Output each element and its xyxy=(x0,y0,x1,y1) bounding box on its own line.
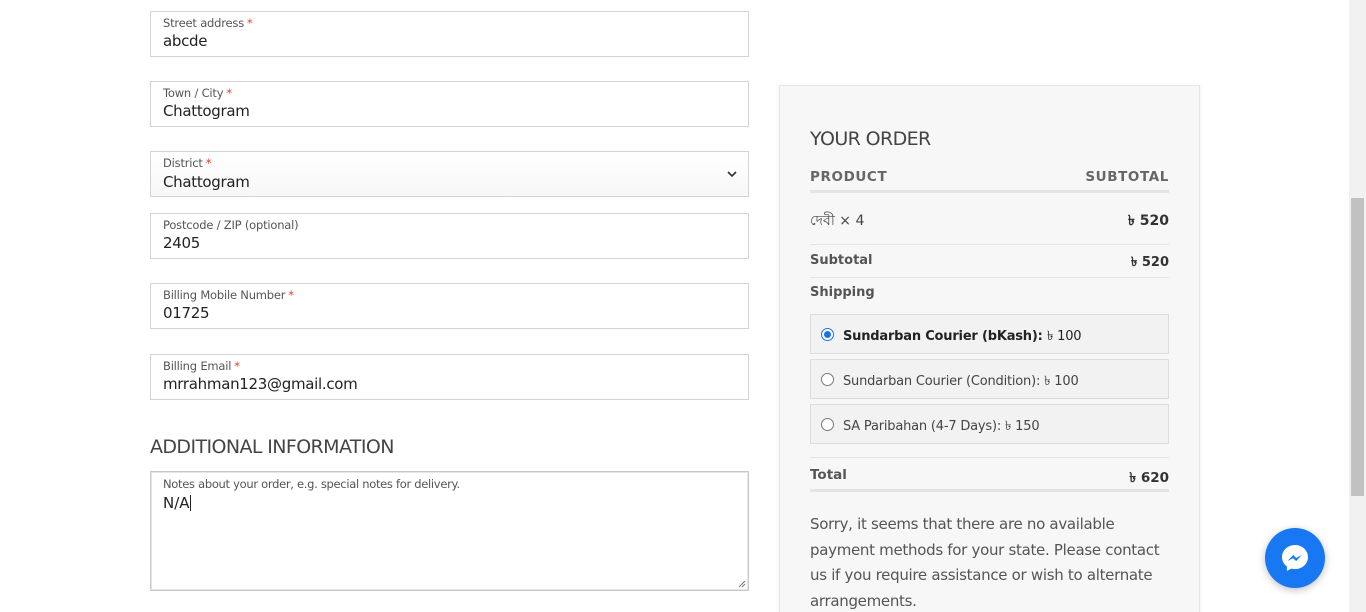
shipping-option-sundarban-condition[interactable]: Sundarban Courier (Condition): ৳ 100 xyxy=(810,359,1169,399)
chevron-down-icon[interactable] xyxy=(726,168,738,180)
town-city-field[interactable]: Town / City * Chattogram xyxy=(150,81,749,127)
additional-information-heading: ADDITIONAL INFORMATION xyxy=(150,436,394,458)
billing-email-label: Billing Email * xyxy=(163,359,240,373)
billing-email-value[interactable]: mrrahman123@gmail.com xyxy=(163,375,358,393)
order-notes-value[interactable]: N/A xyxy=(163,494,191,512)
page-scrollbar-thumb[interactable] xyxy=(1351,198,1364,496)
district-value[interactable]: Chattogram xyxy=(163,173,250,191)
street-address-field[interactable]: Street address * abcde xyxy=(150,11,749,57)
order-item-name: দেবী × 4 xyxy=(810,213,865,229)
billing-mobile-field[interactable]: Billing Mobile Number * 01725 xyxy=(150,283,749,329)
district-select[interactable]: District * Chattogram xyxy=(150,151,749,197)
order-notes-label: Notes about your order, e.g. special not… xyxy=(163,477,460,491)
shipping-radio[interactable] xyxy=(821,418,834,431)
billing-mobile-label: Billing Mobile Number * xyxy=(163,288,294,302)
shipping-option-sa-paribahan[interactable]: SA Paribahan (4-7 Days): ৳ 150 xyxy=(810,404,1169,444)
shipping-radio-selected[interactable] xyxy=(821,328,834,341)
shipping-option-label: Sundarban Courier (bKash): ৳ 100 xyxy=(843,329,1082,344)
street-address-value[interactable]: abcde xyxy=(163,32,208,50)
order-review-panel: YOUR ORDER PRODUCT SUBTOTAL দেবী × 4 ৳ 5… xyxy=(779,85,1200,612)
shipping-label: Shipping xyxy=(810,285,875,300)
shipping-radio[interactable] xyxy=(821,373,834,386)
shipping-option-label: Sundarban Courier (Condition): ৳ 100 xyxy=(843,374,1079,389)
district-label: District * xyxy=(163,156,212,170)
subtotal-label: Subtotal xyxy=(810,253,873,268)
messenger-icon xyxy=(1282,545,1308,571)
payment-unavailable-notice: Sorry, it seems that there are no availa… xyxy=(810,515,1160,610)
subtotal-value: ৳ 520 xyxy=(1130,255,1169,270)
total-value: ৳ 620 xyxy=(1129,470,1169,486)
total-label: Total xyxy=(810,467,847,483)
text-caret xyxy=(189,495,191,511)
your-order-heading: YOUR ORDER xyxy=(810,128,931,150)
postcode-label: Postcode / ZIP (optional) xyxy=(163,218,299,232)
messenger-chat-button[interactable] xyxy=(1265,528,1325,588)
shipping-option-label: SA Paribahan (4-7 Days): ৳ 150 xyxy=(843,419,1040,434)
billing-email-field[interactable]: Billing Email * mrrahman123@gmail.com xyxy=(150,354,749,400)
order-item-row: দেবী × 4 ৳ 520 xyxy=(810,209,1169,245)
product-column-header: PRODUCT xyxy=(810,169,888,185)
divider xyxy=(810,457,1169,458)
town-city-label: Town / City * xyxy=(163,86,232,100)
order-table-header: PRODUCT SUBTOTAL xyxy=(810,169,1169,193)
billing-mobile-value[interactable]: 01725 xyxy=(163,304,210,322)
subtotal-row: Subtotal ৳ 520 xyxy=(810,253,1169,278)
resize-grip-icon[interactable] xyxy=(737,579,746,588)
postcode-value[interactable]: 2405 xyxy=(163,234,200,252)
total-row: Total ৳ 620 xyxy=(810,467,1169,492)
order-item-total: ৳ 520 xyxy=(1127,213,1169,229)
postcode-field[interactable]: Postcode / ZIP (optional) 2405 xyxy=(150,213,749,259)
street-address-label: Street address * xyxy=(163,16,253,30)
shipping-option-sundarban-bkash[interactable]: Sundarban Courier (bKash): ৳ 100 xyxy=(810,314,1169,354)
town-city-value[interactable]: Chattogram xyxy=(163,102,250,120)
subtotal-column-header: SUBTOTAL xyxy=(1085,169,1169,185)
order-notes-textarea[interactable]: Notes about your order, e.g. special not… xyxy=(150,471,749,591)
